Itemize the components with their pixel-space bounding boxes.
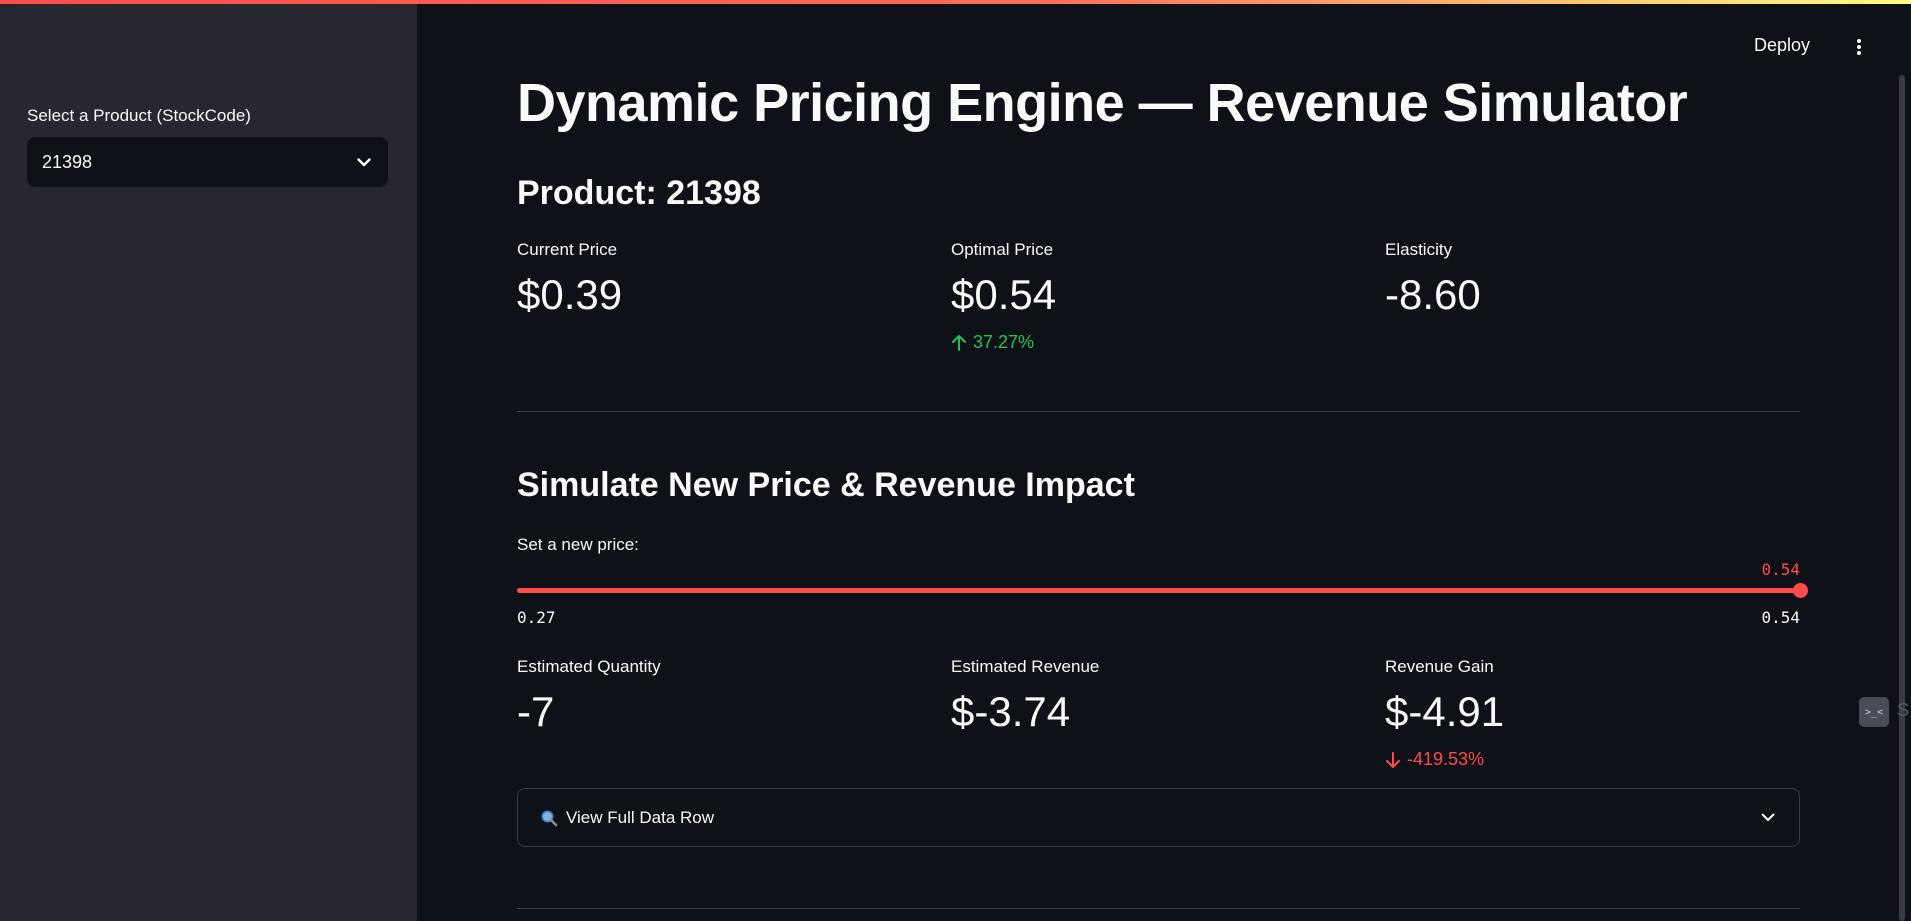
view-data-expander[interactable]: View Full Data Row <box>517 788 1800 847</box>
price-slider[interactable] <box>517 583 1808 598</box>
price-slider-min: 0.27 <box>517 608 556 627</box>
sidebar: Select a Product (StockCode) 21398 <box>0 0 417 921</box>
price-slider-max: 0.54 <box>1761 608 1800 627</box>
metric-estimated-quantity: Estimated Quantity -7 <box>517 657 917 735</box>
metric-optimal-price: Optimal Price $0.54 37.27% <box>951 240 1351 353</box>
arrow-down-icon <box>1386 751 1400 768</box>
floating-widget-letter: S <box>1897 700 1910 720</box>
price-slider-fill <box>517 588 1800 593</box>
metric-label: Estimated Quantity <box>517 657 661 676</box>
floating-widget-icon[interactable]: >_< <box>1859 697 1889 727</box>
metric-value: -8.60 <box>1385 271 1481 318</box>
arrow-up-icon <box>952 334 966 351</box>
metric-label: Current Price <box>517 240 618 259</box>
price-slider-label: Set a new price: <box>517 535 639 554</box>
metric-value: $-3.74 <box>951 688 1071 735</box>
top-decoration-bar <box>0 0 1911 4</box>
metric-revenue-gain: Revenue Gain $-4.91 -419.53% <box>1385 657 1785 770</box>
metric-label: Estimated Revenue <box>951 657 1100 676</box>
divider <box>517 411 1800 412</box>
price-slider-thumb[interactable] <box>1793 583 1808 598</box>
product-select-label: Select a Product (StockCode) <box>27 106 251 125</box>
metric-delta-text: -419.53% <box>1407 749 1485 770</box>
metric-delta: -419.53% <box>1385 749 1785 770</box>
metric-label: Revenue Gain <box>1385 657 1494 676</box>
metric-value: $0.54 <box>951 271 1057 318</box>
simulate-section-title: Simulate New Price & Revenue Impact <box>517 466 1135 504</box>
product-header: Product: 21398 <box>517 174 761 212</box>
expander-label: View Full Data Row <box>566 807 715 827</box>
vertical-dots-icon[interactable] <box>1848 36 1870 58</box>
chevron-down-icon <box>1759 809 1777 827</box>
metric-elasticity: Elasticity -8.60 <box>1385 240 1785 318</box>
magnifying-glass-icon <box>540 809 558 827</box>
metric-delta: 37.27% <box>951 332 1351 353</box>
metric-value: -7 <box>517 688 555 735</box>
chevron-down-icon <box>355 153 373 171</box>
product-select[interactable]: 21398 <box>27 137 388 187</box>
product-select-value: 21398 <box>42 151 93 172</box>
metric-value: $-4.91 <box>1385 688 1505 735</box>
metric-label: Optimal Price <box>951 240 1054 259</box>
metric-label: Elasticity <box>1385 240 1453 259</box>
metric-estimated-revenue: Estimated Revenue $-3.74 <box>951 657 1351 735</box>
metric-current-price: Current Price $0.39 <box>517 240 917 318</box>
metric-value: $0.39 <box>517 271 623 318</box>
metric-delta-text: 37.27% <box>973 332 1035 353</box>
scrollbar[interactable] <box>1899 75 1905 921</box>
page-title: Dynamic Pricing Engine — Revenue Simulat… <box>517 73 1688 133</box>
price-slider-value: 0.54 <box>1761 560 1800 579</box>
deploy-button[interactable]: Deploy <box>1754 35 1810 56</box>
divider <box>517 908 1800 909</box>
